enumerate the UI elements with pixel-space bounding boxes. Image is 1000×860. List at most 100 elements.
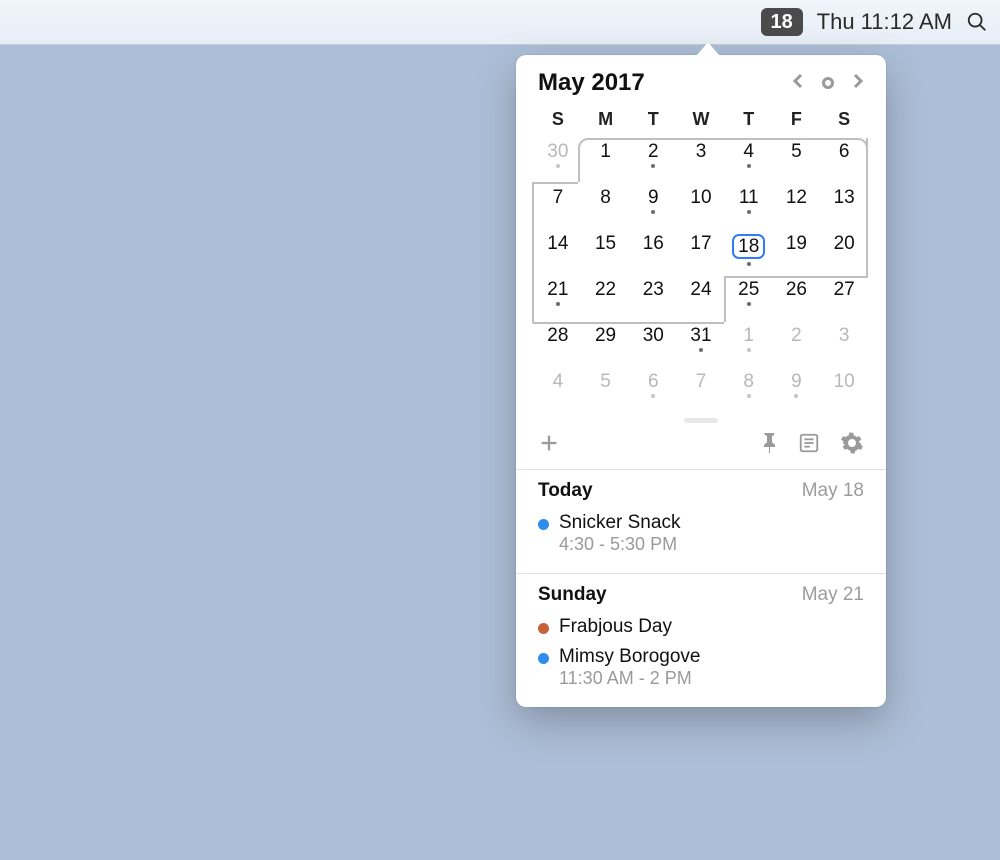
agenda-event[interactable]: Snicker Snack4:30 - 5:30 PM — [538, 508, 864, 559]
day-cell[interactable]: 10 — [820, 366, 868, 412]
day-number: 31 — [690, 326, 711, 345]
day-cell[interactable]: 8 — [582, 182, 630, 228]
day-number: 1 — [600, 142, 611, 161]
day-number: 17 — [690, 234, 711, 253]
menubar-calendar-item[interactable]: 18 — [761, 8, 803, 36]
day-cell[interactable]: 12 — [773, 182, 821, 228]
day-cell[interactable]: 22 — [582, 274, 630, 320]
day-number: 21 — [547, 280, 568, 299]
day-cell[interactable]: 29 — [582, 320, 630, 366]
day-cell[interactable]: 23 — [629, 274, 677, 320]
event-indicator-dot — [747, 302, 751, 306]
day-cell[interactable]: 1 — [582, 136, 630, 182]
day-cell[interactable]: 7 — [677, 366, 725, 412]
day-cell[interactable]: 20 — [820, 228, 868, 274]
day-cell[interactable]: 8 — [725, 366, 773, 412]
day-cell[interactable]: 13 — [820, 182, 868, 228]
day-cell[interactable]: 2 — [773, 320, 821, 366]
day-number: 14 — [547, 234, 568, 253]
day-number: 5 — [600, 372, 611, 391]
day-cell[interactable]: 6 — [629, 366, 677, 412]
day-number: 6 — [839, 142, 850, 161]
weekday-label: F — [773, 109, 821, 130]
day-cell[interactable]: 7 — [534, 182, 582, 228]
day-cell[interactable]: 3 — [677, 136, 725, 182]
day-cell[interactable]: 31 — [677, 320, 725, 366]
day-cell[interactable]: 26 — [773, 274, 821, 320]
pin-button[interactable] — [760, 433, 778, 453]
resize-handle[interactable] — [684, 418, 718, 423]
day-cell[interactable]: 27 — [820, 274, 868, 320]
menubar-date-number: 18 — [771, 11, 793, 34]
event-title: Snicker Snack — [559, 512, 680, 534]
event-time: 4:30 - 5:30 PM — [559, 534, 680, 555]
day-number: 11 — [739, 188, 759, 207]
next-month-button[interactable] — [852, 73, 864, 93]
event-indicator-dot — [651, 164, 655, 168]
agenda-section: SundayMay 21Frabjous DayMimsy Borogove11… — [516, 574, 886, 707]
day-number: 30 — [643, 326, 664, 345]
weekday-label: S — [820, 109, 868, 130]
day-number: 18 — [732, 234, 765, 259]
day-number: 9 — [648, 188, 659, 207]
day-number: 10 — [690, 188, 711, 207]
day-cell[interactable]: 3 — [820, 320, 868, 366]
prev-month-button[interactable] — [792, 73, 804, 93]
day-cell[interactable]: 4 — [534, 366, 582, 412]
day-cell[interactable]: 25 — [725, 274, 773, 320]
day-cell[interactable]: 10 — [677, 182, 725, 228]
spotlight-search-icon[interactable] — [966, 11, 988, 33]
day-cell[interactable]: 17 — [677, 228, 725, 274]
weekday-label: W — [677, 109, 725, 130]
day-number: 7 — [696, 372, 707, 391]
day-cell[interactable]: 11 — [725, 182, 773, 228]
day-cell[interactable]: 4 — [725, 136, 773, 182]
day-cell[interactable]: 15 — [582, 228, 630, 274]
day-number: 10 — [834, 372, 855, 391]
agenda-section-date: May 18 — [802, 480, 864, 502]
day-cell[interactable]: 16 — [629, 228, 677, 274]
event-color-dot — [538, 519, 549, 530]
day-cell[interactable]: 24 — [677, 274, 725, 320]
day-cell[interactable]: 30 — [534, 136, 582, 182]
day-number: 4 — [553, 372, 564, 391]
day-cell[interactable]: 18 — [725, 228, 773, 274]
day-number: 3 — [839, 326, 850, 345]
menubar-clock[interactable]: Thu 11:12 AM — [817, 9, 952, 35]
day-cell[interactable]: 2 — [629, 136, 677, 182]
day-number: 27 — [834, 280, 855, 299]
day-number: 16 — [643, 234, 664, 253]
day-cell[interactable]: 30 — [629, 320, 677, 366]
day-cell[interactable]: 9 — [629, 182, 677, 228]
event-indicator-dot — [699, 348, 703, 352]
go-to-today-button[interactable] — [822, 77, 834, 89]
event-indicator-dot — [556, 164, 560, 168]
agenda-event[interactable]: Mimsy Borogove11:30 AM - 2 PM — [538, 642, 864, 693]
agenda-button[interactable] — [798, 432, 820, 454]
day-cell[interactable]: 28 — [534, 320, 582, 366]
day-cell[interactable]: 21 — [534, 274, 582, 320]
weekday-label: T — [629, 109, 677, 130]
pin-icon — [760, 433, 778, 453]
day-cell[interactable]: 19 — [773, 228, 821, 274]
day-cell[interactable]: 14 — [534, 228, 582, 274]
event-indicator-dot — [651, 210, 655, 214]
agenda-section-title: Today — [538, 480, 593, 502]
day-number: 28 — [547, 326, 568, 345]
event-title: Mimsy Borogove — [559, 646, 701, 668]
plus-icon — [538, 432, 560, 454]
agenda-event[interactable]: Frabjous Day — [538, 612, 864, 642]
add-event-button[interactable] — [538, 432, 560, 454]
settings-button[interactable] — [840, 431, 864, 455]
day-cell[interactable]: 6 — [820, 136, 868, 182]
chevron-right-icon — [852, 73, 864, 89]
day-number: 19 — [786, 234, 807, 253]
day-number: 5 — [791, 142, 802, 161]
day-number: 9 — [791, 372, 802, 391]
day-cell[interactable]: 9 — [773, 366, 821, 412]
day-cell[interactable]: 1 — [725, 320, 773, 366]
day-cell[interactable]: 5 — [773, 136, 821, 182]
day-cell[interactable]: 5 — [582, 366, 630, 412]
gear-icon — [840, 431, 864, 455]
day-number: 20 — [834, 234, 855, 253]
